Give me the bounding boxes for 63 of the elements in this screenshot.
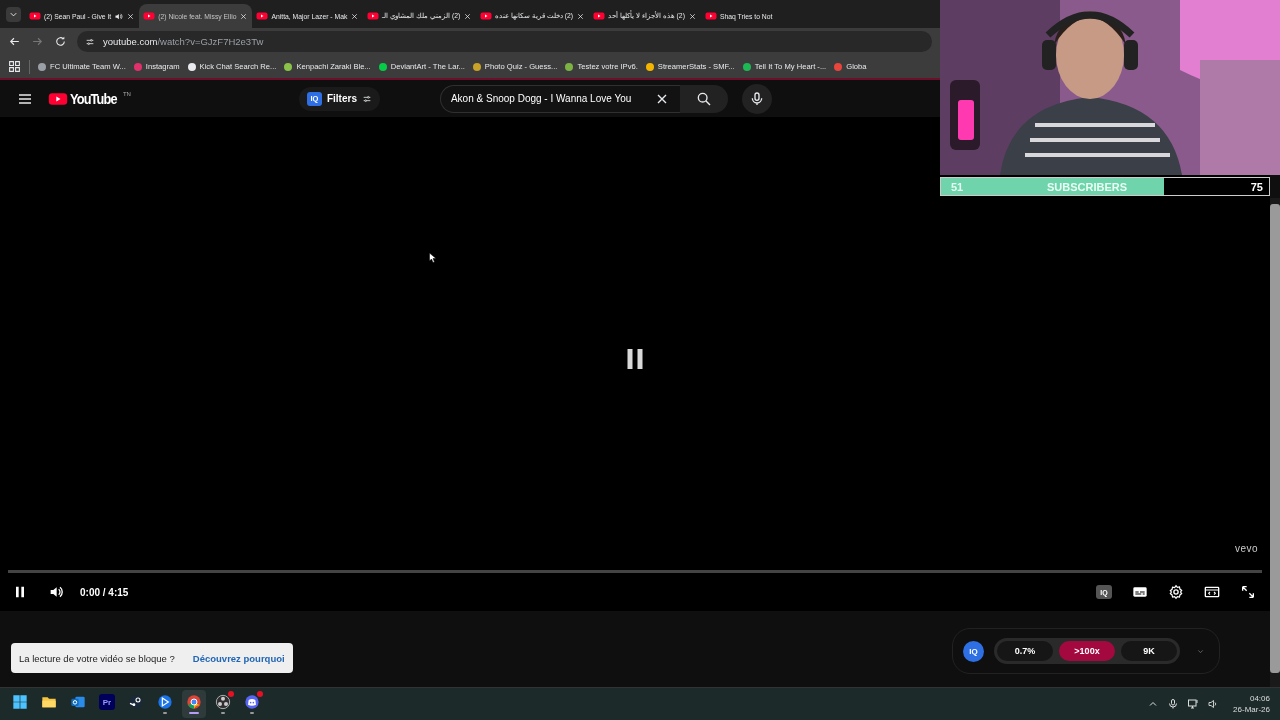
back-button[interactable]	[8, 35, 21, 48]
forward-button[interactable]	[31, 35, 44, 48]
settings-button[interactable]	[1168, 584, 1184, 600]
subtitles-button[interactable]	[1132, 584, 1148, 600]
clock-time: 04:06	[1249, 693, 1270, 704]
search-text: Akon & Snoop Dogg - I Wanna Love You	[450, 93, 633, 104]
close-icon[interactable]	[687, 11, 697, 21]
search-field[interactable]: Akon & Snoop Dogg - I Wanna Love You	[439, 84, 680, 113]
video-icon	[704, 10, 717, 22]
video-icon	[480, 10, 493, 22]
iq-logo: IQ	[963, 640, 984, 662]
video-icon	[367, 10, 380, 22]
taskbar-app[interactable]: Pr	[95, 690, 119, 718]
theater-mode-button[interactable]	[1204, 584, 1220, 600]
mail-icon	[70, 694, 86, 710]
play-icon	[157, 694, 173, 710]
fullscreen-button[interactable]	[1240, 584, 1256, 600]
tab-list-button[interactable]	[6, 6, 21, 22]
watermark-text: vevo	[1234, 543, 1258, 554]
network-icon[interactable]	[1187, 698, 1200, 710]
clock-date: 26-Mar-26	[1233, 704, 1270, 715]
volume-button[interactable]	[48, 584, 64, 600]
windows-icon	[12, 694, 28, 710]
clock[interactable]: 04:06 26-Mar-26	[1233, 693, 1270, 715]
search-icon	[695, 90, 712, 107]
stat-chip: 0.7%	[997, 641, 1053, 661]
apps-icon[interactable]	[8, 60, 21, 73]
app-logo: Pr	[99, 694, 115, 710]
folder-icon	[41, 694, 57, 710]
site-settings-icon[interactable]	[85, 36, 95, 47]
tune-icon	[361, 93, 372, 104]
stat-chip: >100x	[1059, 641, 1115, 661]
close-icon[interactable]	[126, 11, 136, 21]
microphone-icon[interactable]	[1167, 698, 1180, 710]
filters-label: Filters	[326, 93, 357, 104]
url-path: /watch?v=GJzF7H2e3Tw	[157, 36, 264, 47]
voice-search-button[interactable]	[741, 83, 772, 114]
reload-button[interactable]	[54, 35, 67, 48]
goal-current: 51	[951, 180, 964, 193]
browser-icon	[186, 694, 202, 710]
url-domain: youtube.com	[103, 36, 158, 47]
app-icon	[215, 694, 231, 710]
notice-text: La lecture de votre vidéo se bloque ?	[19, 652, 175, 664]
logo-text[interactable]: YouTube	[70, 90, 117, 107]
close-icon[interactable]	[576, 11, 586, 21]
close-icon[interactable]	[463, 11, 473, 21]
close-icon[interactable]	[239, 11, 249, 21]
search-button[interactable]	[679, 84, 728, 113]
goal-target: 75	[1250, 180, 1263, 193]
stat-chip: 9K	[1121, 641, 1177, 661]
goal-label: SUBSCRIBERS	[1045, 180, 1129, 193]
taskbar-app[interactable]	[182, 690, 206, 718]
video-icon	[143, 10, 156, 22]
speaker-icon	[114, 11, 124, 21]
close-icon[interactable]	[350, 11, 360, 21]
time-display: 0:00 / 4:15	[80, 586, 129, 598]
chat-icon	[244, 694, 260, 710]
app-icon	[128, 694, 144, 710]
video-icon	[29, 10, 41, 22]
learn-more-link[interactable]: Découvrez pourquoi	[192, 652, 285, 664]
video-icon	[593, 10, 606, 22]
address-field[interactable]: youtube.com/watch?v=GJzF7H2e3Tw	[77, 31, 932, 52]
video-icon	[256, 10, 269, 22]
